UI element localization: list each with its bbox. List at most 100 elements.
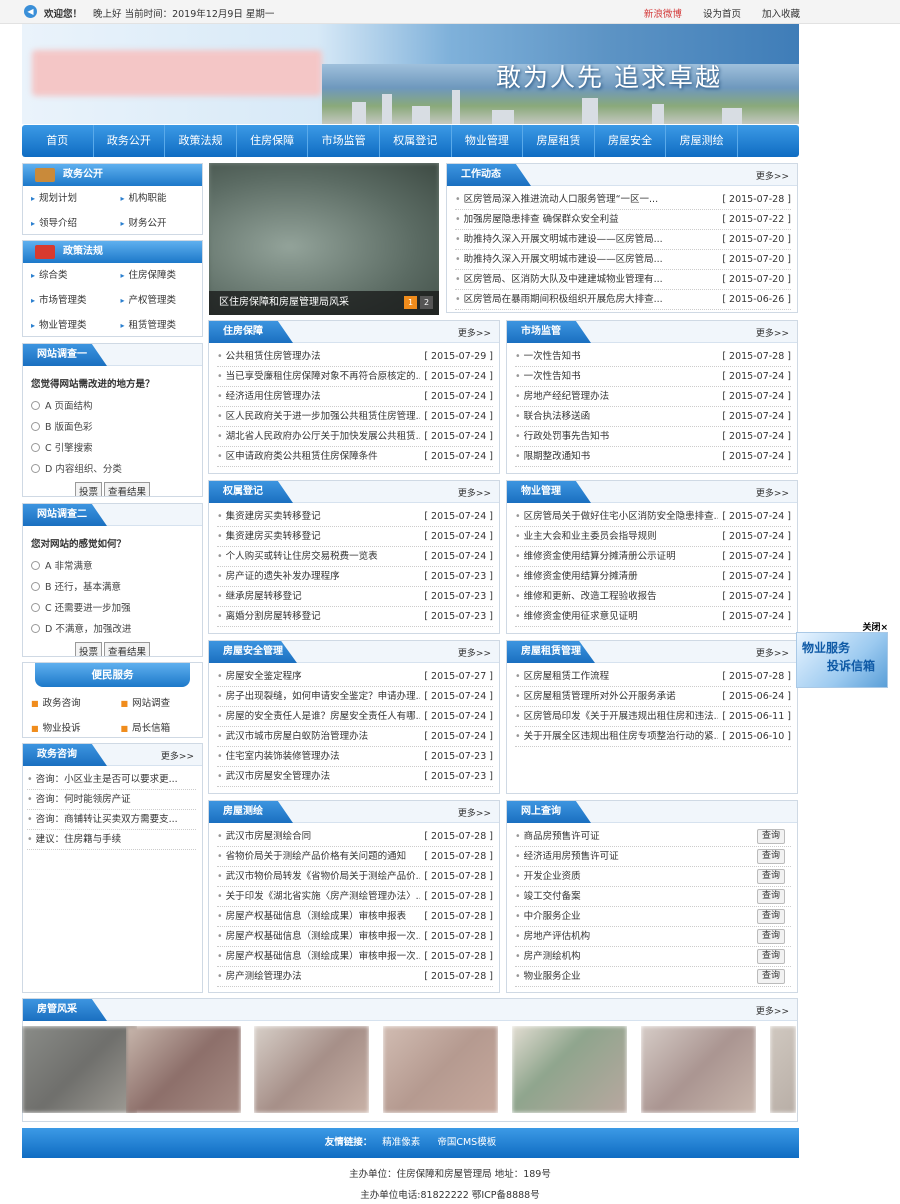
more-link[interactable]: 更多>> <box>458 806 491 819</box>
list-item[interactable]: 一次性告知书[ 2015-07-24 ] <box>515 367 791 387</box>
gallery-photo[interactable] <box>512 1026 627 1113</box>
list-item[interactable]: 维修资金使用结算分摊清册[ 2015-07-24 ] <box>515 567 791 587</box>
list-item[interactable]: 房产证的遗失补发办理程序[ 2015-07-23 ] <box>217 567 493 587</box>
list-item[interactable]: 武汉市城市房屋白蚁防治管理办法[ 2015-07-24 ] <box>217 727 493 747</box>
list-item[interactable]: 关于印发《湖北省实施〈房产测绘管理办法〉...[ 2015-07-28 ] <box>217 887 493 907</box>
list-item[interactable]: 区房管局印发《关于开展违规出租住房和违法...[ 2015-06-11 ] <box>515 707 791 727</box>
nav-item[interactable]: 权属登记 <box>380 125 452 157</box>
list-item[interactable]: 区申请政府类公共租赁住房保障条件[ 2015-07-24 ] <box>217 447 493 467</box>
more-link[interactable]: 更多>> <box>756 1004 789 1017</box>
view-results-button[interactable]: 查看结果 <box>104 482 151 496</box>
list-item[interactable]: 离婚分割房屋转移登记[ 2015-07-23 ] <box>217 607 493 627</box>
list-item[interactable]: 维修资金使用结算分摊清册公示证明[ 2015-07-24 ] <box>515 547 791 567</box>
list-item[interactable]: 区房管局关于做好住宅小区消防安全隐患排查...[ 2015-07-24 ] <box>515 507 791 527</box>
more-link[interactable]: 更多>> <box>756 646 789 659</box>
nav-item[interactable]: 政务公开 <box>94 125 166 157</box>
link-item[interactable]: ▸ 住房保障类 <box>113 263 203 288</box>
slide-page-2[interactable]: 2 <box>420 296 433 309</box>
survey-option[interactable]: B 还行，基本满意 <box>31 577 194 598</box>
list-item[interactable]: 房屋产权基础信息（测绘成果）审核申报一次...[ 2015-07-28 ] <box>217 947 493 967</box>
survey-option[interactable]: C 引擎搜索 <box>31 438 194 459</box>
list-item[interactable]: 维修和更新、改造工程验收报告[ 2015-07-24 ] <box>515 587 791 607</box>
list-item[interactable]: 助推持久深入开展文明城市建设——区房管局...[ 2015-07-20 ] <box>455 250 791 270</box>
list-item[interactable]: 一次性告知书[ 2015-07-28 ] <box>515 347 791 367</box>
list-item[interactable]: 咨询：小区业主是否可以要求更... <box>27 770 196 790</box>
list-item[interactable]: 集资建房买卖转移登记[ 2015-07-24 ] <box>217 527 493 547</box>
list-item[interactable]: 助推持久深入开展文明城市建设——区房管局...[ 2015-07-20 ] <box>455 230 791 250</box>
vote-button[interactable]: 投票 <box>74 642 102 656</box>
site-logo[interactable] <box>32 50 322 96</box>
more-link[interactable]: 更多>> <box>756 326 789 339</box>
link-item[interactable]: ▸ 财务公开 <box>113 211 203 236</box>
query-button[interactable]: 查询 <box>756 869 785 884</box>
list-item[interactable]: 咨询：何时能领房产证 <box>27 790 196 810</box>
view-results-button[interactable]: 查看结果 <box>104 642 151 656</box>
more-link[interactable]: 更多>> <box>458 326 491 339</box>
complaint-mailbox-banner[interactable]: 物业服务 投诉信箱 <box>796 632 888 688</box>
list-item[interactable]: 咨询：商铺转让买卖双方需要支... <box>27 810 196 830</box>
service-item[interactable]: ■ 网站调查 <box>113 691 203 716</box>
survey-option[interactable]: A 页面结构 <box>31 396 194 417</box>
nav-item[interactable]: 政策法规 <box>165 125 237 157</box>
list-item[interactable]: 关于开展全区违规出租住房专项整治行动的紧...[ 2015-06-10 ] <box>515 727 791 747</box>
more-link[interactable]: 更多>> <box>458 486 491 499</box>
list-item[interactable]: 房屋产权基础信息（测绘成果）审核申报表[ 2015-07-28 ] <box>217 907 493 927</box>
set-homepage-link[interactable]: 设为首页 <box>703 9 741 20</box>
nav-item[interactable]: 首页 <box>22 125 94 157</box>
link-item[interactable]: ▸ 领导介绍 <box>23 211 113 236</box>
link-item[interactable]: ▸ 物业管理类 <box>23 313 113 338</box>
gallery-photo[interactable] <box>22 1026 137 1113</box>
list-item[interactable]: 维修资金使用征求意见证明[ 2015-07-24 ] <box>515 607 791 627</box>
query-button[interactable]: 查询 <box>756 909 785 924</box>
list-item[interactable]: 公共租赁住房管理办法[ 2015-07-29 ] <box>217 347 493 367</box>
list-item[interactable]: 房屋产权基础信息（测绘成果）审核申报一次...[ 2015-07-28 ] <box>217 927 493 947</box>
list-item[interactable]: 业主大会和业主委员会指导规则[ 2015-07-24 ] <box>515 527 791 547</box>
gallery-photo[interactable] <box>254 1026 369 1113</box>
gallery-photo[interactable] <box>126 1026 241 1113</box>
nav-item[interactable]: 房屋租赁 <box>523 125 595 157</box>
nav-item[interactable]: 房屋安全 <box>595 125 667 157</box>
service-item[interactable]: ■ 政务咨询 <box>23 691 113 716</box>
nav-item[interactable]: 住房保障 <box>237 125 309 157</box>
list-item[interactable]: 区房管局深入推进流动人口服务管理“一区一...[ 2015-07-28 ] <box>455 190 791 210</box>
list-item[interactable]: 限期整改通知书[ 2015-07-24 ] <box>515 447 791 467</box>
add-favorite-link[interactable]: 加入收藏 <box>762 9 800 20</box>
nav-item[interactable]: 物业管理 <box>452 125 524 157</box>
query-button[interactable]: 查询 <box>756 849 785 864</box>
slide-page-1[interactable]: 1 <box>404 296 417 309</box>
list-item[interactable]: 省物价局关于测绘产品价格有关问题的通知[ 2015-07-28 ] <box>217 847 493 867</box>
nav-item[interactable]: 市场监管 <box>308 125 380 157</box>
link-item[interactable]: ▸ 机构职能 <box>113 186 203 211</box>
list-item[interactable]: 区房屋租赁管理所对外公开服务承诺[ 2015-06-24 ] <box>515 687 791 707</box>
list-item[interactable]: 继承房屋转移登记[ 2015-07-23 ] <box>217 587 493 607</box>
vote-button[interactable]: 投票 <box>74 482 102 496</box>
survey-option[interactable]: D 不满意，加强改进 <box>31 619 194 640</box>
service-item[interactable]: ■ 物业投诉 <box>23 716 113 741</box>
more-link[interactable]: 更多>> <box>161 749 194 762</box>
list-item[interactable]: 区房屋租赁工作流程[ 2015-07-28 ] <box>515 667 791 687</box>
floating-ad[interactable]: 关闭× 物业服务 投诉信箱 <box>796 620 888 690</box>
list-item[interactable]: 区房管局在暴雨期间积极组织开展危房大排查...[ 2015-06-26 ] <box>455 290 791 310</box>
query-button[interactable]: 查询 <box>756 889 785 904</box>
list-item[interactable]: 房地产经纪管理办法[ 2015-07-24 ] <box>515 387 791 407</box>
query-button[interactable]: 查询 <box>756 949 785 964</box>
news-slideshow[interactable]: 区住房保障和房屋管理局风采 1 2 <box>209 163 439 315</box>
list-item[interactable]: 武汉市房屋测绘合同[ 2015-07-28 ] <box>217 827 493 847</box>
list-item[interactable]: 湖北省人民政府办公厅关于加快发展公共租赁...[ 2015-07-24 ] <box>217 427 493 447</box>
link-item[interactable]: ▸ 综合类 <box>23 263 113 288</box>
survey-option[interactable]: B 版面色彩 <box>31 417 194 438</box>
list-item[interactable]: 集资建房买卖转移登记[ 2015-07-24 ] <box>217 507 493 527</box>
more-link[interactable]: 更多>> <box>756 169 789 182</box>
service-item[interactable]: ■ 局长信箱 <box>113 716 203 741</box>
list-item[interactable]: 房子出现裂缝，如何申请安全鉴定？申请办理...[ 2015-07-24 ] <box>217 687 493 707</box>
more-link[interactable]: 更多>> <box>756 486 789 499</box>
list-item[interactable]: 武汉市物价局转发《省物价局关于测绘产品价...[ 2015-07-28 ] <box>217 867 493 887</box>
list-item[interactable]: 行政处罚事先告知书[ 2015-07-24 ] <box>515 427 791 447</box>
list-item[interactable]: 当已享受廉租住房保障对象不再符合原核定的...[ 2015-07-24 ] <box>217 367 493 387</box>
list-item[interactable]: 房屋安全鉴定程序[ 2015-07-27 ] <box>217 667 493 687</box>
list-item[interactable]: 区人民政府关于进一步加强公共租赁住房管理...[ 2015-07-24 ] <box>217 407 493 427</box>
gallery-photo[interactable] <box>770 1026 796 1113</box>
more-link[interactable]: 更多>> <box>458 646 491 659</box>
list-item[interactable]: 加强房屋隐患排查 确保群众安全利益[ 2015-07-22 ] <box>455 210 791 230</box>
query-button[interactable]: 查询 <box>756 969 785 984</box>
